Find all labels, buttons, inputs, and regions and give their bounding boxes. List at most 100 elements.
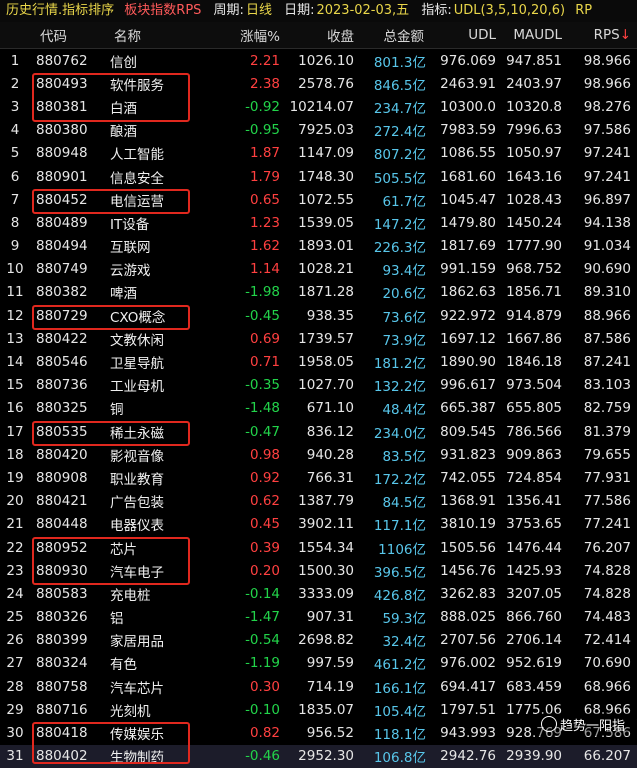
period-value[interactable]: 日线 — [246, 0, 272, 22]
row-index: 7 — [10, 191, 20, 208]
udl-value: 943.993 — [440, 725, 496, 742]
total-amount: 83.5亿 — [382, 448, 426, 465]
table-row[interactable]: 13 880422 文教休闲 0.69 1739.57 73.9亿 1697.12 1667.… — [0, 327, 637, 350]
table-row[interactable]: 23 880930 汽车电子 0.20 1500.30 396.5亿 1456.76 1425… — [0, 559, 637, 582]
sector-name: CXO概念 — [110, 309, 166, 326]
table-row[interactable]: 27 880324 有色 -1.19 997.59 461.2亿 976.002 952.61… — [0, 652, 637, 675]
header-close[interactable]: 收盘 — [286, 22, 360, 49]
maudl-value: 1356.41 — [506, 493, 562, 510]
change-percent: -0.46 — [202, 744, 286, 768]
table-row[interactable]: 17 880535 稀土永磁 -0.47 836.12 234.0亿 809.545 786.… — [0, 420, 637, 443]
change-percent: -1.47 — [245, 609, 280, 626]
rps-value: 74.828 — [583, 585, 631, 602]
close-price: 1748.30 — [298, 168, 354, 185]
row-index: 21 — [6, 516, 24, 533]
row-index: 31 — [0, 744, 30, 768]
table-row[interactable]: 20 880421 广告包装 0.62 1387.79 84.5亿 1368.91 1356.… — [0, 490, 637, 513]
total-amount: 426.8亿 — [373, 587, 426, 604]
rps-value: 88.966 — [583, 307, 631, 324]
rps-value: 98.966 — [583, 52, 631, 69]
table-row[interactable]: 14 880546 卫星导航 0.71 1958.05 181.2亿 1890.90 1846… — [0, 350, 637, 373]
change-percent: -0.54 — [245, 632, 280, 649]
table-row[interactable]: 9 880494 互联网 1.62 1893.01 226.3亿 1817.69 1777.9… — [0, 235, 637, 258]
sector-name: 信息安全 — [110, 170, 164, 187]
date-value[interactable]: 2023-02-03,五 — [316, 0, 409, 22]
udl-value: 1681.60 — [440, 168, 496, 185]
total-amount: 172.2亿 — [373, 471, 426, 488]
udl-value: 1797.51 — [440, 701, 496, 718]
table-row[interactable]: 5 880948 人工智能 1.87 1147.09 807.2亿 1086.55 1050.… — [0, 142, 637, 165]
total-amount: 105.4亿 — [373, 703, 426, 720]
table-row[interactable]: 3 880381 白酒 -0.92 10214.07 234.7亿 10300.0 10320… — [0, 95, 637, 118]
table-row[interactable]: 1 880762 信创 2.21 1026.10 801.3亿 976.069 947.851… — [0, 49, 637, 73]
stock-code: 880493 — [36, 75, 88, 92]
header-rps[interactable]: RPS↓ — [568, 22, 637, 49]
table-row[interactable]: 19 880908 职业教育 0.92 766.31 172.2亿 742.055 724.8… — [0, 466, 637, 489]
header-udl[interactable]: UDL — [430, 22, 502, 49]
table-row[interactable]: 10 880749 云游戏 1.14 1028.21 93.4亿 991.159 968.75… — [0, 258, 637, 281]
udl-value: 2463.91 — [440, 75, 496, 92]
table-row[interactable]: 22 880952 芯片 0.39 1554.34 1106亿 1505.56 1476.44… — [0, 536, 637, 559]
table-row[interactable]: 15 880736 工业母机 -0.35 1027.70 132.2亿 996.617 973… — [0, 374, 637, 397]
udl-value: 3262.83 — [440, 585, 496, 602]
table-row[interactable]: 25 880326 铝 -1.47 907.31 59.3亿 888.025 866.760 7… — [0, 606, 637, 629]
header-maudl[interactable]: MAUDL — [502, 22, 568, 49]
table-row[interactable]: 11 880382 啤酒 -1.98 1871.28 20.6亿 1862.63 1856.7… — [0, 281, 637, 304]
maudl-value: 1450.24 — [506, 214, 562, 231]
table-row[interactable]: 7 880452 电信运营 0.65 1072.55 61.7亿 1045.47 1028.4… — [0, 188, 637, 211]
row-index: 6 — [10, 168, 20, 185]
stock-code: 880716 — [36, 701, 88, 718]
change-percent: 0.20 — [249, 562, 280, 579]
table-row[interactable]: 16 880325 铜 -1.48 671.10 48.4亿 665.387 655.805 8… — [0, 397, 637, 420]
table-row[interactable]: 26 880399 家居用品 -0.54 2698.82 32.4亿 2707.56 2706… — [0, 629, 637, 652]
header-name[interactable]: 名称 — [104, 22, 202, 49]
table-row[interactable]: 31 880402 生物制药 -0.46 2952.30 106.8亿 2942.76 293… — [0, 744, 637, 768]
sector-name: 电器仪表 — [110, 518, 164, 535]
header-rps-label: RPS — [593, 27, 620, 43]
rps-value: 66.207 — [568, 744, 637, 768]
change-percent: 0.62 — [249, 493, 280, 510]
sector-name: 光刻机 — [110, 703, 151, 720]
row-index: 14 — [6, 354, 24, 371]
formula-name[interactable]: 板块指数RPS — [124, 0, 201, 22]
total-amount: 1106亿 — [378, 541, 426, 558]
udl-value: 1086.55 — [440, 145, 496, 162]
close-price: 1147.09 — [298, 145, 354, 162]
header-code[interactable]: 代码 — [30, 22, 104, 49]
udl-value: 694.417 — [440, 678, 496, 695]
change-percent: -1.98 — [245, 284, 280, 301]
table-row[interactable]: 6 880901 信息安全 1.79 1748.30 505.5亿 1681.60 1643.… — [0, 165, 637, 188]
table-row[interactable]: 4 880380 酿酒 -0.95 7925.03 272.4亿 7983.59 7996.6… — [0, 119, 637, 142]
maudl-value: 1425.93 — [506, 562, 562, 579]
stock-code: 880422 — [36, 330, 88, 347]
rps-value: 72.414 — [583, 632, 631, 649]
close-price: 1026.10 — [298, 52, 354, 69]
table-row[interactable]: 2 880493 软件服务 2.38 2578.76 846.5亿 2463.91 2403.… — [0, 72, 637, 95]
table-row[interactable]: 18 880420 影视音像 0.98 940.28 83.5亿 931.823 909.86… — [0, 443, 637, 466]
total-amount: 132.2亿 — [373, 379, 426, 396]
table-row[interactable]: 21 880448 电器仪表 0.45 3902.11 117.1亿 3810.19 3753… — [0, 513, 637, 536]
header-amount[interactable]: 总金额 — [360, 22, 430, 49]
change-percent: 1.14 — [249, 261, 280, 278]
total-amount: 272.4亿 — [373, 124, 426, 141]
close-price: 1072.55 — [298, 191, 354, 208]
change-percent: -0.10 — [245, 701, 280, 718]
udl-value: 1505.56 — [440, 539, 496, 556]
wechat-icon — [540, 716, 557, 732]
table-row[interactable]: 12 880729 CXO概念 -0.45 938.35 73.6亿 922.972 914.… — [0, 304, 637, 327]
rps-value: 70.690 — [583, 655, 631, 672]
header-change[interactable]: 涨幅% — [202, 22, 286, 49]
ranking-table: 代码 名称 涨幅% 收盘 总金额 UDL MAUDL RPS↓ 1 880762 信… — [0, 22, 637, 768]
rps-value: 97.586 — [583, 122, 631, 139]
table-row[interactable]: 8 880489 IT设备 1.23 1539.05 147.2亿 1479.80 1450.… — [0, 211, 637, 234]
table-row[interactable]: 28 880758 汽车芯片 0.30 714.19 166.1亿 694.417 683.4… — [0, 675, 637, 698]
rps-value: 81.379 — [583, 423, 631, 440]
total-amount: 84.5亿 — [382, 495, 426, 512]
table-row[interactable]: 24 880583 充电桩 -0.14 3333.09 426.8亿 3262.83 3207… — [0, 582, 637, 605]
top-status-bar: 历史行情.指标排序 板块指数RPS 周期: 日线 日期: 2023-02-03,五 … — [0, 0, 637, 23]
maudl-value: 10320.8 — [506, 98, 562, 115]
change-percent: 1.62 — [249, 238, 280, 255]
close-price: 1028.21 — [298, 261, 354, 278]
indicator-value[interactable]: UDL(3,5,10,20,6) — [454, 0, 565, 22]
total-amount: 48.4亿 — [382, 402, 426, 419]
